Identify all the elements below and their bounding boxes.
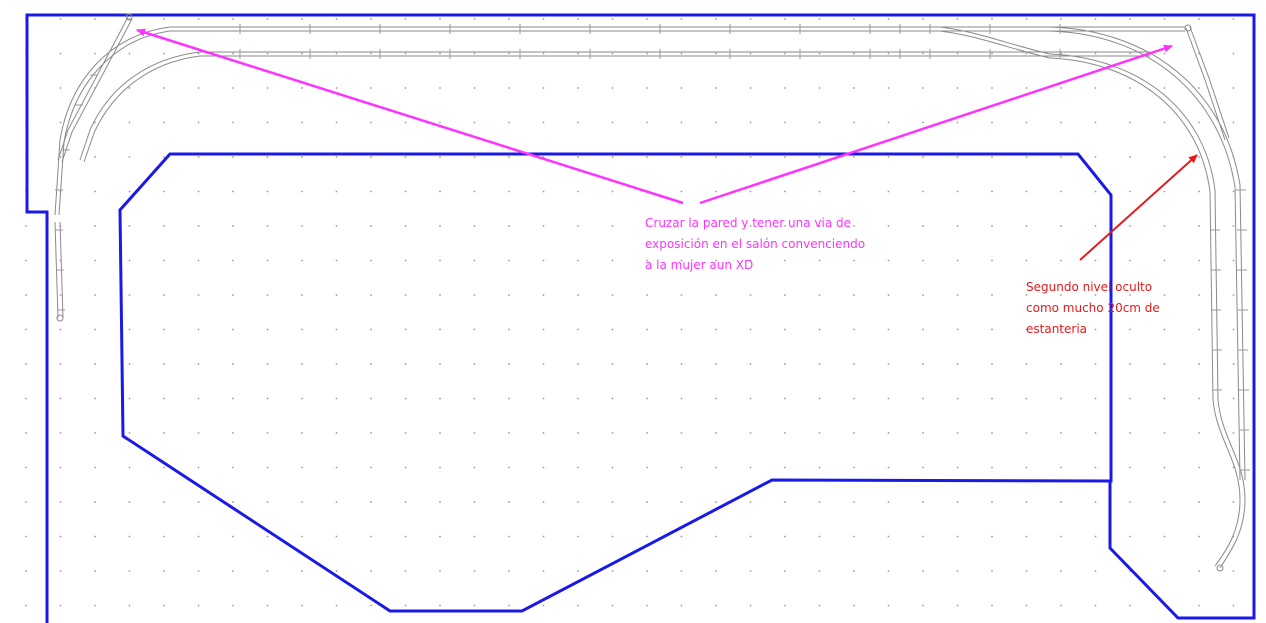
red-annotation-line-3: estanteria: [1026, 322, 1088, 336]
magenta-annotation-line-3: a la mujer aun XD: [645, 258, 754, 272]
red-annotation: Segundo nivel oculto como mucho 20cm de …: [1026, 277, 1160, 340]
magenta-annotation: Cruzar la pared y tener una via de expos…: [645, 213, 865, 276]
red-annotation-line-2: como mucho 20cm de: [1026, 301, 1160, 315]
magenta-annotation-line-2: exposición en el salón convenciendo: [645, 237, 866, 251]
magenta-annotation-line-1: Cruzar la pared y tener una via de: [645, 216, 851, 230]
red-annotation-line-1: Segundo nivel oculto: [1026, 280, 1153, 294]
